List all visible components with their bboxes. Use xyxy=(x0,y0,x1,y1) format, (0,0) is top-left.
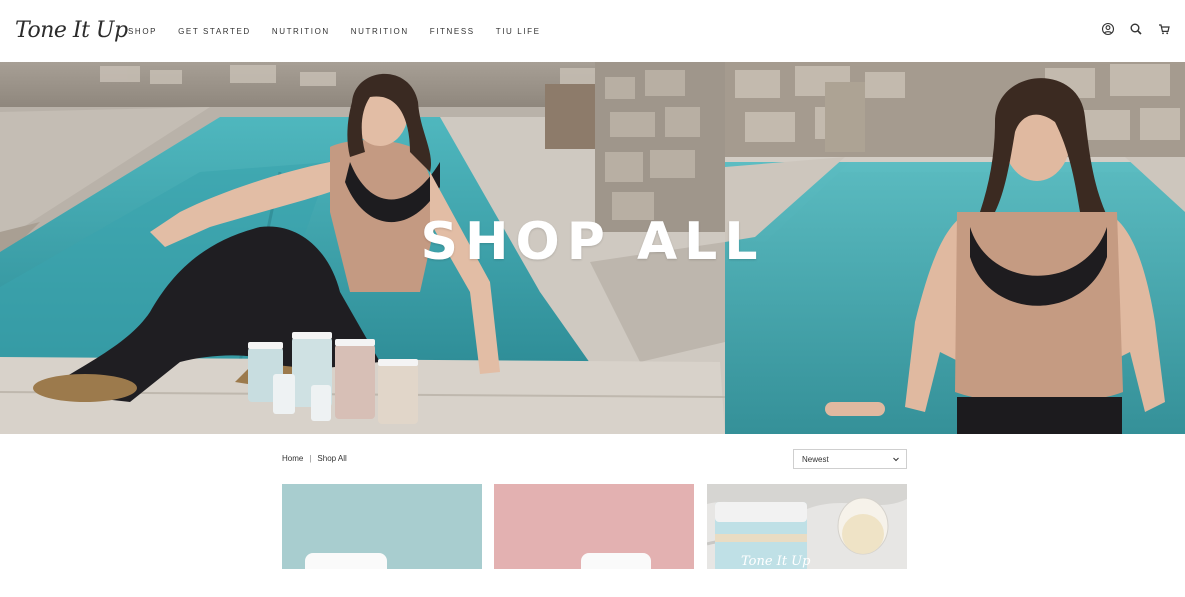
main-nav: SHOP GET STARTED NUTRITION NUTRITION FIT… xyxy=(128,0,562,62)
sort-selected-value: Newest xyxy=(802,454,829,464)
breadcrumb: Home | Shop All xyxy=(282,454,347,463)
nav-item-nutrition[interactable]: NUTRITION xyxy=(272,27,330,36)
breadcrumb-separator: | xyxy=(309,454,312,463)
breadcrumb-current: Shop All xyxy=(317,454,347,463)
hero-banner: SHOP ALL xyxy=(0,62,1185,434)
product-label-text: Tone It Up xyxy=(741,554,811,569)
brand-logo[interactable]: Tone It Up xyxy=(15,14,128,48)
product-card-3[interactable]: Tone It Up xyxy=(707,484,907,569)
header-icons xyxy=(1101,22,1171,36)
breadcrumb-home-link[interactable]: Home xyxy=(282,454,303,463)
cart-icon[interactable] xyxy=(1157,22,1171,36)
nav-item-tiu-life[interactable]: TIU LIFE xyxy=(496,27,541,36)
chevron-down-icon xyxy=(893,457,899,462)
site-header: Tone It Up SHOP GET STARTED NUTRITION NU… xyxy=(0,0,1185,62)
nav-item-fitness[interactable]: FITNESS xyxy=(430,27,475,36)
product-tub-image xyxy=(581,553,651,569)
product-card-2[interactable] xyxy=(494,484,694,569)
sort-dropdown[interactable]: Newest xyxy=(793,449,907,469)
search-icon[interactable] xyxy=(1129,22,1143,36)
nav-item-shop[interactable]: SHOP xyxy=(128,27,157,36)
product-card-1[interactable] xyxy=(282,484,482,569)
nav-item-get-started[interactable]: GET STARTED xyxy=(178,27,251,36)
nav-item-nutrition-2[interactable]: NUTRITION xyxy=(351,27,409,36)
hero-title: SHOP ALL xyxy=(420,212,765,272)
account-icon[interactable] xyxy=(1101,22,1115,36)
product-tub-image xyxy=(305,553,387,569)
